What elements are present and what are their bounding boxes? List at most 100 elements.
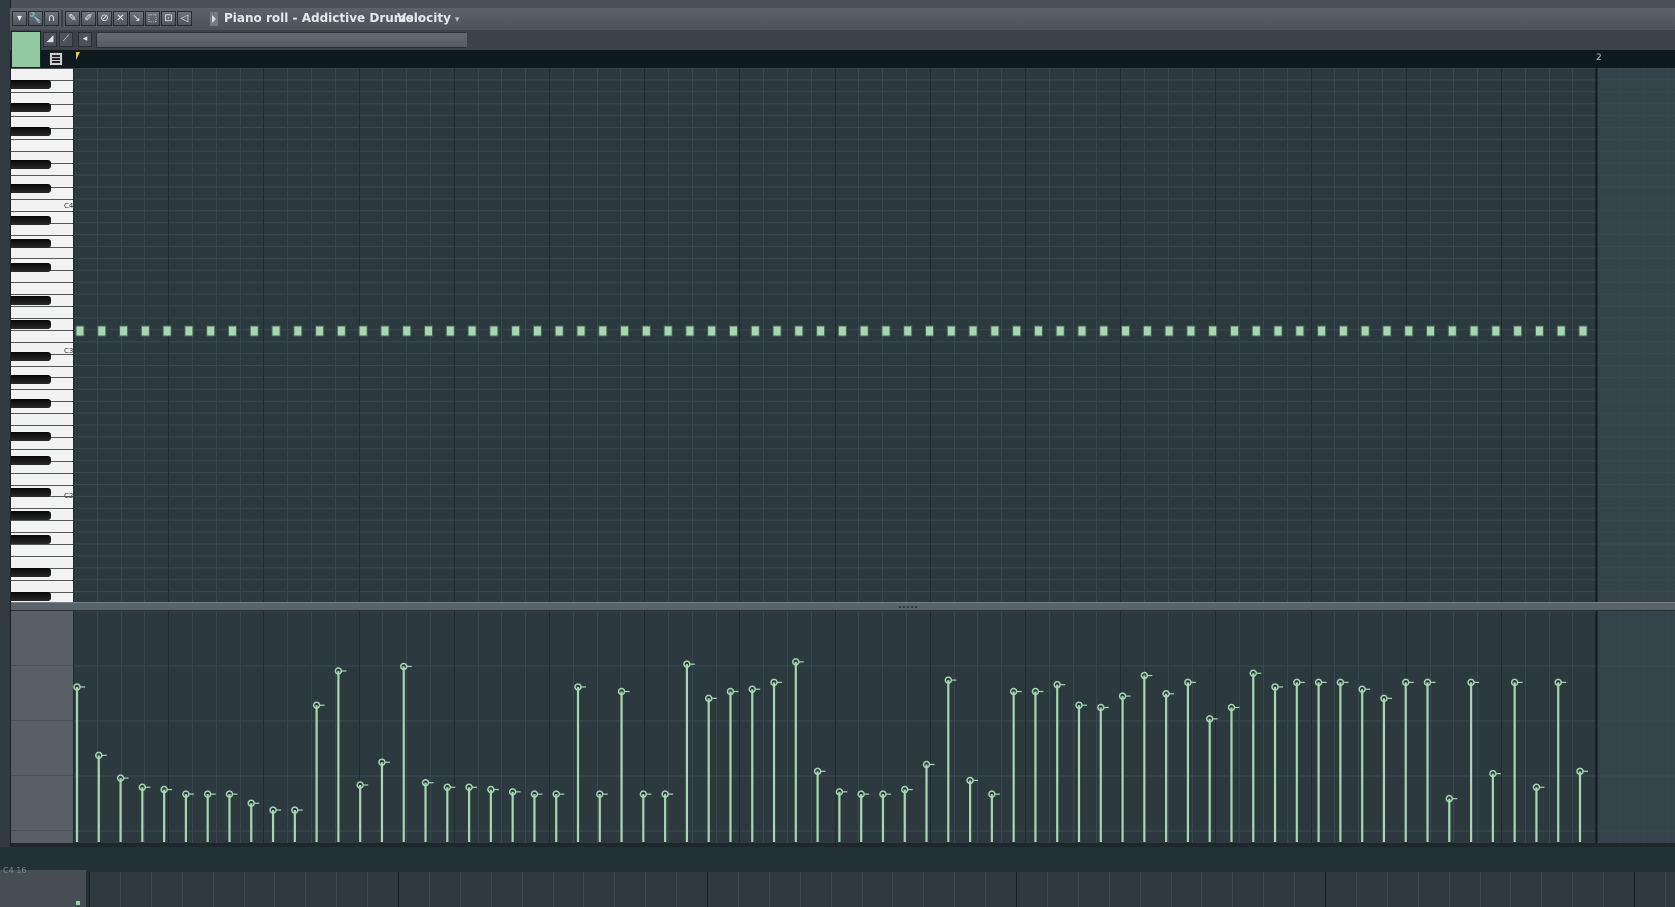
playback-tool-icon[interactable]: ◁ <box>177 11 192 26</box>
note[interactable] <box>293 325 303 337</box>
note[interactable] <box>511 325 521 337</box>
select-tool-icon[interactable]: ⬚ <box>145 11 160 26</box>
note[interactable] <box>119 325 129 337</box>
note[interactable] <box>837 325 847 337</box>
note[interactable] <box>1404 325 1414 337</box>
black-key[interactable] <box>11 399 51 408</box>
black-key[interactable] <box>11 511 51 520</box>
note[interactable] <box>859 325 869 337</box>
scroll-left-arrow-icon[interactable]: ◂ <box>78 32 92 47</box>
magnet-icon[interactable]: ∩ <box>44 11 59 26</box>
note[interactable] <box>336 325 346 337</box>
zoom-tool-icon[interactable]: ⊡ <box>161 11 176 26</box>
black-key[interactable] <box>11 352 51 361</box>
piano-keyboard[interactable]: C4 C3 C2 <box>11 68 73 602</box>
black-key[interactable] <box>11 239 51 248</box>
note[interactable] <box>903 325 913 337</box>
black-key[interactable] <box>11 103 51 112</box>
note[interactable] <box>1055 325 1065 337</box>
note[interactable] <box>1229 325 1239 337</box>
note[interactable] <box>1382 325 1392 337</box>
note[interactable] <box>968 325 978 337</box>
black-key[interactable] <box>11 568 51 577</box>
horizontal-scrollbar[interactable] <box>96 32 467 48</box>
black-key[interactable] <box>11 216 51 225</box>
note[interactable] <box>140 325 150 337</box>
velocity-canvas[interactable] <box>73 611 1675 843</box>
black-key[interactable] <box>11 320 51 329</box>
black-key[interactable] <box>11 592 51 601</box>
wrench-icon[interactable]: 🔧 <box>28 11 43 26</box>
note[interactable] <box>620 325 630 337</box>
note[interactable] <box>97 325 107 337</box>
note-grid-canvas[interactable] <box>73 68 1675 602</box>
note[interactable] <box>576 325 586 337</box>
note[interactable] <box>1360 325 1370 337</box>
black-key[interactable] <box>11 488 51 497</box>
note[interactable] <box>1513 325 1523 337</box>
note[interactable] <box>1164 325 1174 337</box>
black-key[interactable] <box>11 456 51 465</box>
note[interactable] <box>445 325 455 337</box>
note[interactable] <box>227 325 237 337</box>
note[interactable] <box>1033 325 1043 337</box>
note[interactable] <box>1142 325 1152 337</box>
mute-tool-icon[interactable]: ✕ <box>113 11 128 26</box>
draw-mode-icon[interactable]: ◢ <box>43 32 57 47</box>
black-key[interactable] <box>11 160 51 169</box>
note[interactable] <box>1426 325 1436 337</box>
black-key[interactable] <box>11 432 51 441</box>
note[interactable] <box>402 325 412 337</box>
note[interactable] <box>794 325 804 337</box>
black-key[interactable] <box>11 375 51 384</box>
note[interactable] <box>75 325 85 337</box>
note[interactable] <box>1251 325 1261 337</box>
note[interactable] <box>315 325 325 337</box>
note[interactable] <box>1273 325 1283 337</box>
black-key[interactable] <box>11 80 51 89</box>
note[interactable] <box>206 325 216 337</box>
black-key[interactable] <box>11 535 51 544</box>
note[interactable] <box>532 325 542 337</box>
pencil-tool-icon[interactable]: ✎ <box>65 11 80 26</box>
slice-tool-icon[interactable]: ↘ <box>129 11 144 26</box>
playlist-grid[interactable] <box>89 872 1675 907</box>
note[interactable] <box>663 325 673 337</box>
note[interactable] <box>1317 325 1327 337</box>
note[interactable] <box>707 325 717 337</box>
note[interactable] <box>925 325 935 337</box>
black-key[interactable] <box>11 263 51 272</box>
note[interactable] <box>380 325 390 337</box>
note[interactable] <box>271 325 281 337</box>
black-key[interactable] <box>11 127 51 136</box>
window-title[interactable]: Piano roll - Addictive Drums ▾ <box>224 11 422 25</box>
note[interactable] <box>554 325 564 337</box>
note[interactable] <box>598 325 608 337</box>
note[interactable] <box>1186 325 1196 337</box>
note[interactable] <box>772 325 782 337</box>
scrollbar-thumb[interactable] <box>97 33 467 47</box>
event-target-selector[interactable]: Velocity ▾ <box>397 11 459 25</box>
timeline-ruler[interactable]: 2 <box>41 50 1675 68</box>
note[interactable] <box>249 325 259 337</box>
menu-dropdown-icon[interactable]: ▾ <box>12 11 27 26</box>
note[interactable] <box>1295 325 1305 337</box>
title-expand-arrow-icon[interactable] <box>210 12 218 26</box>
black-key[interactable] <box>11 184 51 193</box>
note[interactable] <box>1469 325 1479 337</box>
delete-tool-icon[interactable]: ⊘ <box>97 11 112 26</box>
brush-tool-icon[interactable]: ✐ <box>81 11 96 26</box>
note[interactable] <box>641 325 651 337</box>
note[interactable] <box>1077 325 1087 337</box>
note[interactable] <box>1578 325 1588 337</box>
note[interactable] <box>489 325 499 337</box>
note[interactable] <box>750 325 760 337</box>
splitter-grip-icon[interactable] <box>899 606 919 608</box>
note[interactable] <box>685 325 695 337</box>
note[interactable] <box>184 325 194 337</box>
note[interactable] <box>816 325 826 337</box>
note[interactable] <box>1556 325 1566 337</box>
note[interactable] <box>358 325 368 337</box>
note[interactable] <box>1099 325 1109 337</box>
note[interactable] <box>1121 325 1131 337</box>
